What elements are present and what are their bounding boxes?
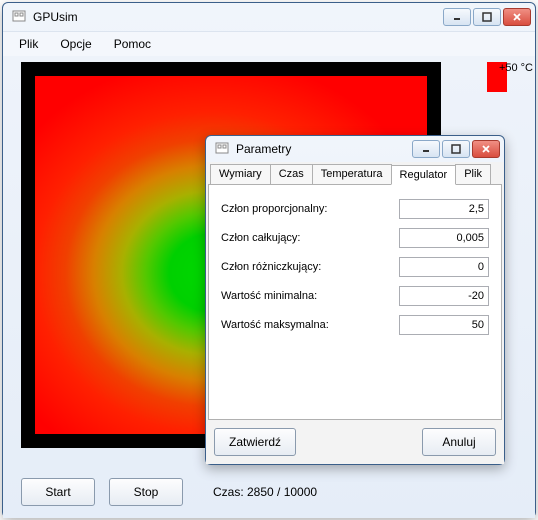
minimize-button[interactable] [443, 8, 471, 26]
menu-options[interactable]: Opcje [50, 34, 101, 54]
app-icon [11, 9, 27, 25]
menubar: Plik Opcje Pomoc [3, 31, 535, 56]
input-ki[interactable] [399, 228, 489, 248]
input-min[interactable] [399, 286, 489, 306]
tab-temperatura[interactable]: Temperatura [312, 164, 392, 184]
color-scale-max-label: +50 °C [489, 62, 533, 74]
label-min: Wartość minimalna: [221, 290, 399, 302]
input-kp[interactable] [399, 199, 489, 219]
tab-plik[interactable]: Plik [455, 164, 491, 184]
frame-counter-label: Czas: 2850 / 10000 [213, 485, 317, 499]
start-button[interactable]: Start [21, 478, 95, 506]
dialog-close-button[interactable] [472, 140, 500, 158]
label-ki: Człon całkujący: [221, 232, 399, 244]
close-button[interactable] [503, 8, 531, 26]
maximize-button[interactable] [473, 8, 501, 26]
dialog-cancel-button[interactable]: Anuluj [422, 428, 496, 456]
label-max: Wartość maksymalna: [221, 319, 399, 331]
label-kp: Człon proporcjonalny: [221, 203, 399, 215]
dialog-title: Parametry [234, 142, 412, 156]
label-kd: Człon różniczkujący: [221, 261, 399, 273]
stop-button[interactable]: Stop [109, 478, 183, 506]
tab-wymiary[interactable]: Wymiary [210, 164, 271, 184]
tab-czas[interactable]: Czas [270, 164, 313, 184]
dialog-body: Wymiary Czas Temperatura Regulator Plik … [206, 162, 504, 464]
tab-pane-regulator: Człon proporcjonalny: Człon całkujący: C… [208, 184, 502, 420]
menu-help[interactable]: Pomoc [104, 34, 161, 54]
tab-regulator[interactable]: Regulator [391, 165, 457, 185]
dialog-icon [214, 141, 230, 157]
dialog-minimize-button[interactable] [412, 140, 440, 158]
parameters-dialog: Parametry Wymiary Czas Temperatura Regul… [205, 135, 505, 465]
menu-file[interactable]: Plik [9, 34, 48, 54]
input-max[interactable] [399, 315, 489, 335]
main-titlebar[interactable]: GPUsim [3, 3, 535, 31]
input-kd[interactable] [399, 257, 489, 277]
dialog-titlebar[interactable]: Parametry [206, 136, 504, 162]
dialog-maximize-button[interactable] [442, 140, 470, 158]
dialog-tabs: Wymiary Czas Temperatura Regulator Plik [208, 164, 502, 184]
main-window-title: GPUsim [31, 10, 443, 24]
dialog-ok-button[interactable]: Zatwierdź [214, 428, 296, 456]
